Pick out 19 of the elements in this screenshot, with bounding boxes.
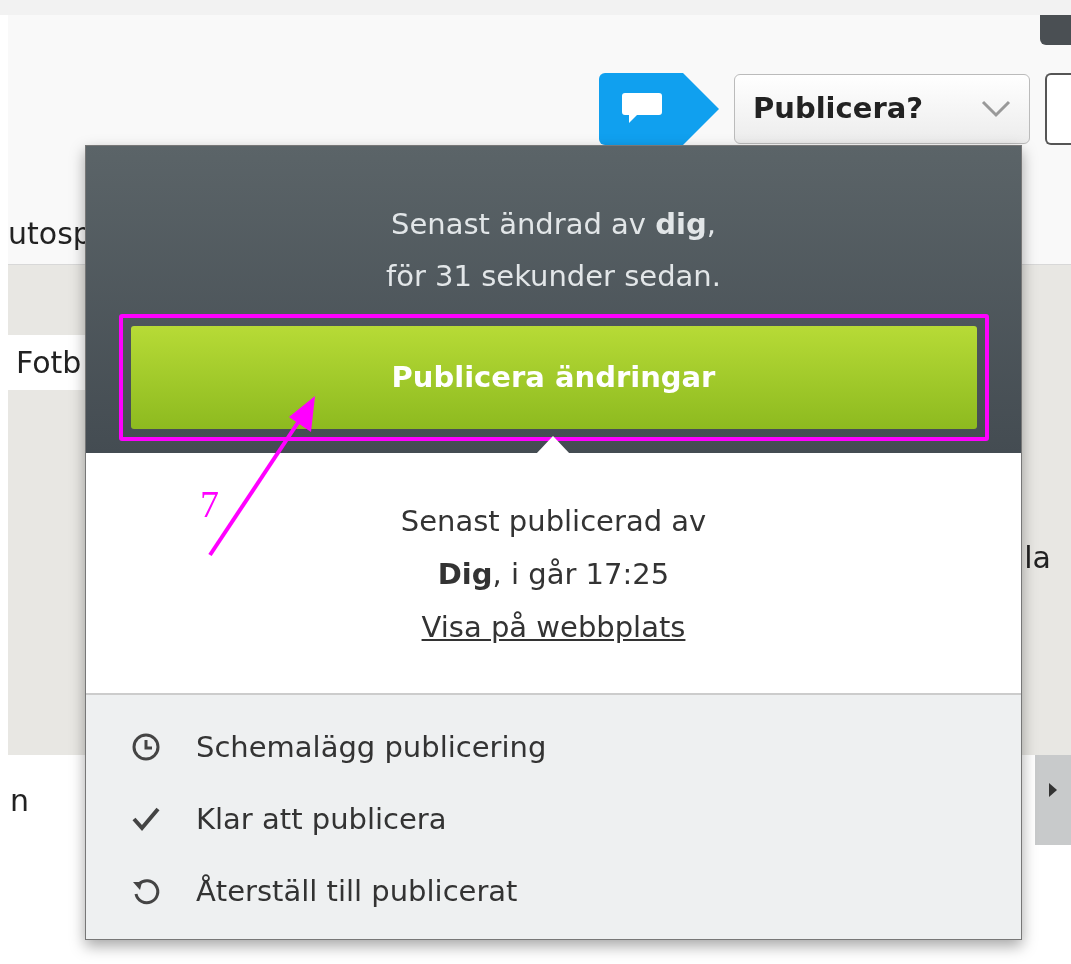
publish-dropdown[interactable]: Publicera? bbox=[734, 74, 1030, 144]
undo-icon bbox=[131, 876, 161, 906]
toolbar-button[interactable] bbox=[1045, 73, 1071, 145]
last-published-text: Senast publicerad av Dig, i går 17:25 bbox=[400, 503, 707, 593]
menu-item[interactable]: Schemalägg publicering bbox=[131, 725, 1021, 769]
menu-item[interactable]: Återställ till publicerat bbox=[131, 869, 1021, 913]
input-field[interactable]: Fotb bbox=[8, 335, 85, 390]
clock-icon bbox=[131, 732, 161, 762]
popover-pointer bbox=[536, 436, 570, 454]
triangle-right-icon bbox=[1049, 783, 1057, 797]
menu-item[interactable]: Klar att publicera bbox=[131, 797, 1021, 841]
last-changed-text: Senast ändrad av dig, för 31 sekunder sedan. bbox=[386, 206, 721, 295]
status-chip bbox=[1040, 15, 1071, 45]
chevron-down-icon bbox=[981, 100, 1011, 118]
tab-label: n bbox=[10, 781, 29, 820]
label-text: la bbox=[1024, 539, 1051, 577]
comment-icon[interactable] bbox=[599, 73, 719, 145]
annotation-number: 7 bbox=[200, 482, 219, 527]
view-on-website-link[interactable]: Visa på webbplats bbox=[421, 601, 686, 654]
